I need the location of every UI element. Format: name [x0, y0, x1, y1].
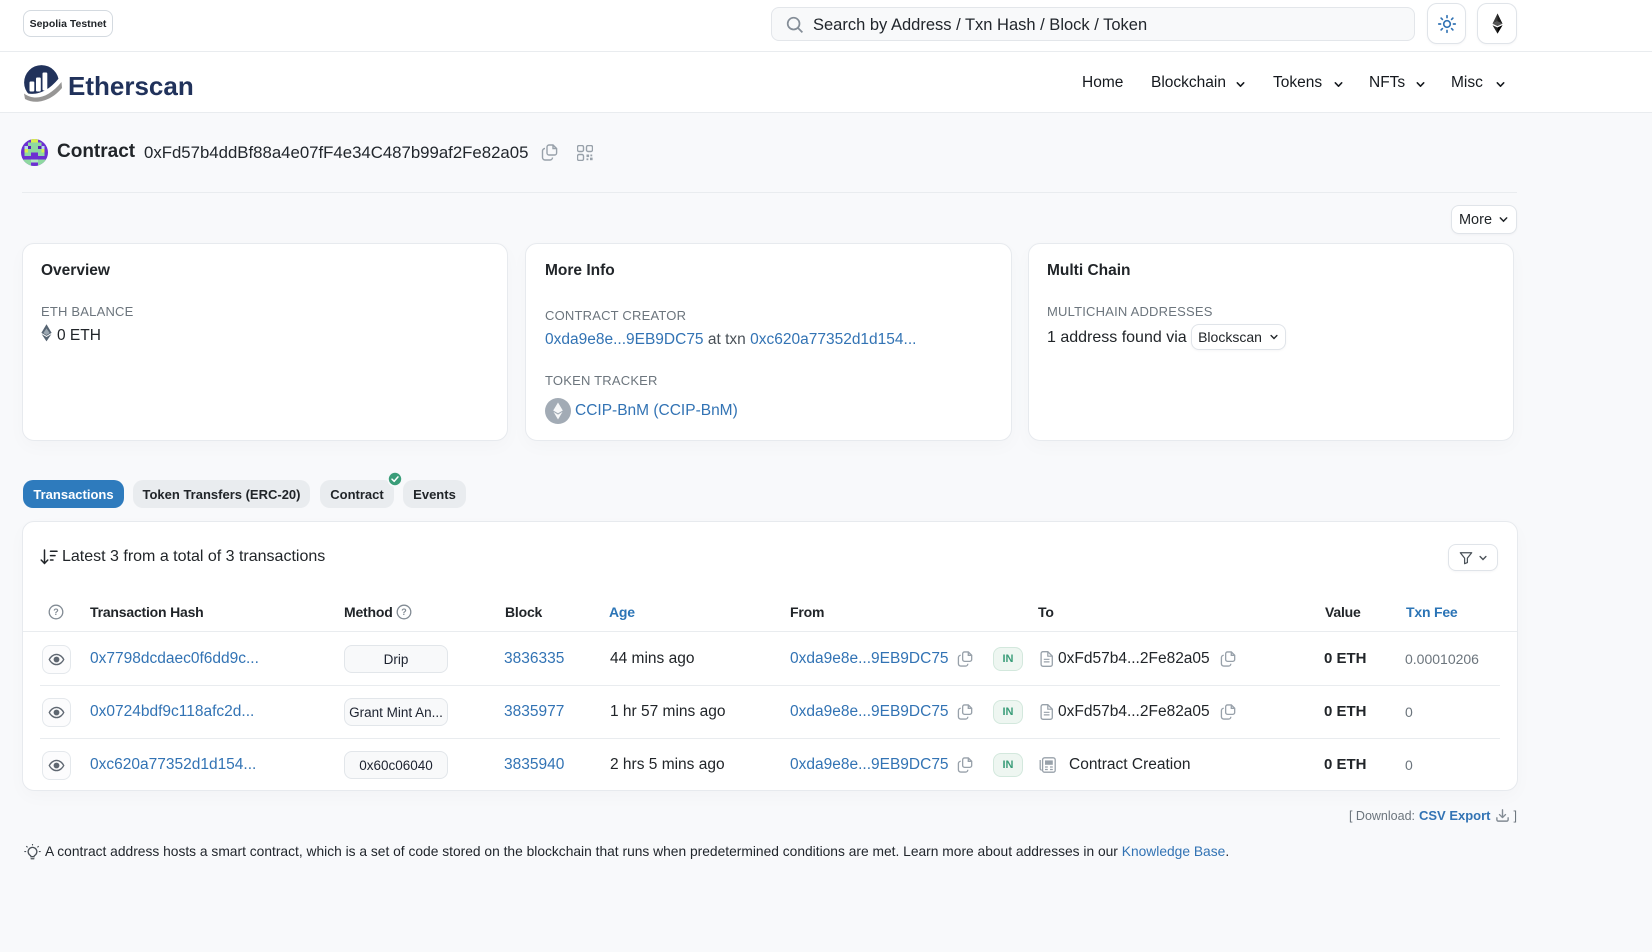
svg-text:?: ?: [401, 607, 407, 617]
svg-text:?: ?: [53, 607, 59, 617]
